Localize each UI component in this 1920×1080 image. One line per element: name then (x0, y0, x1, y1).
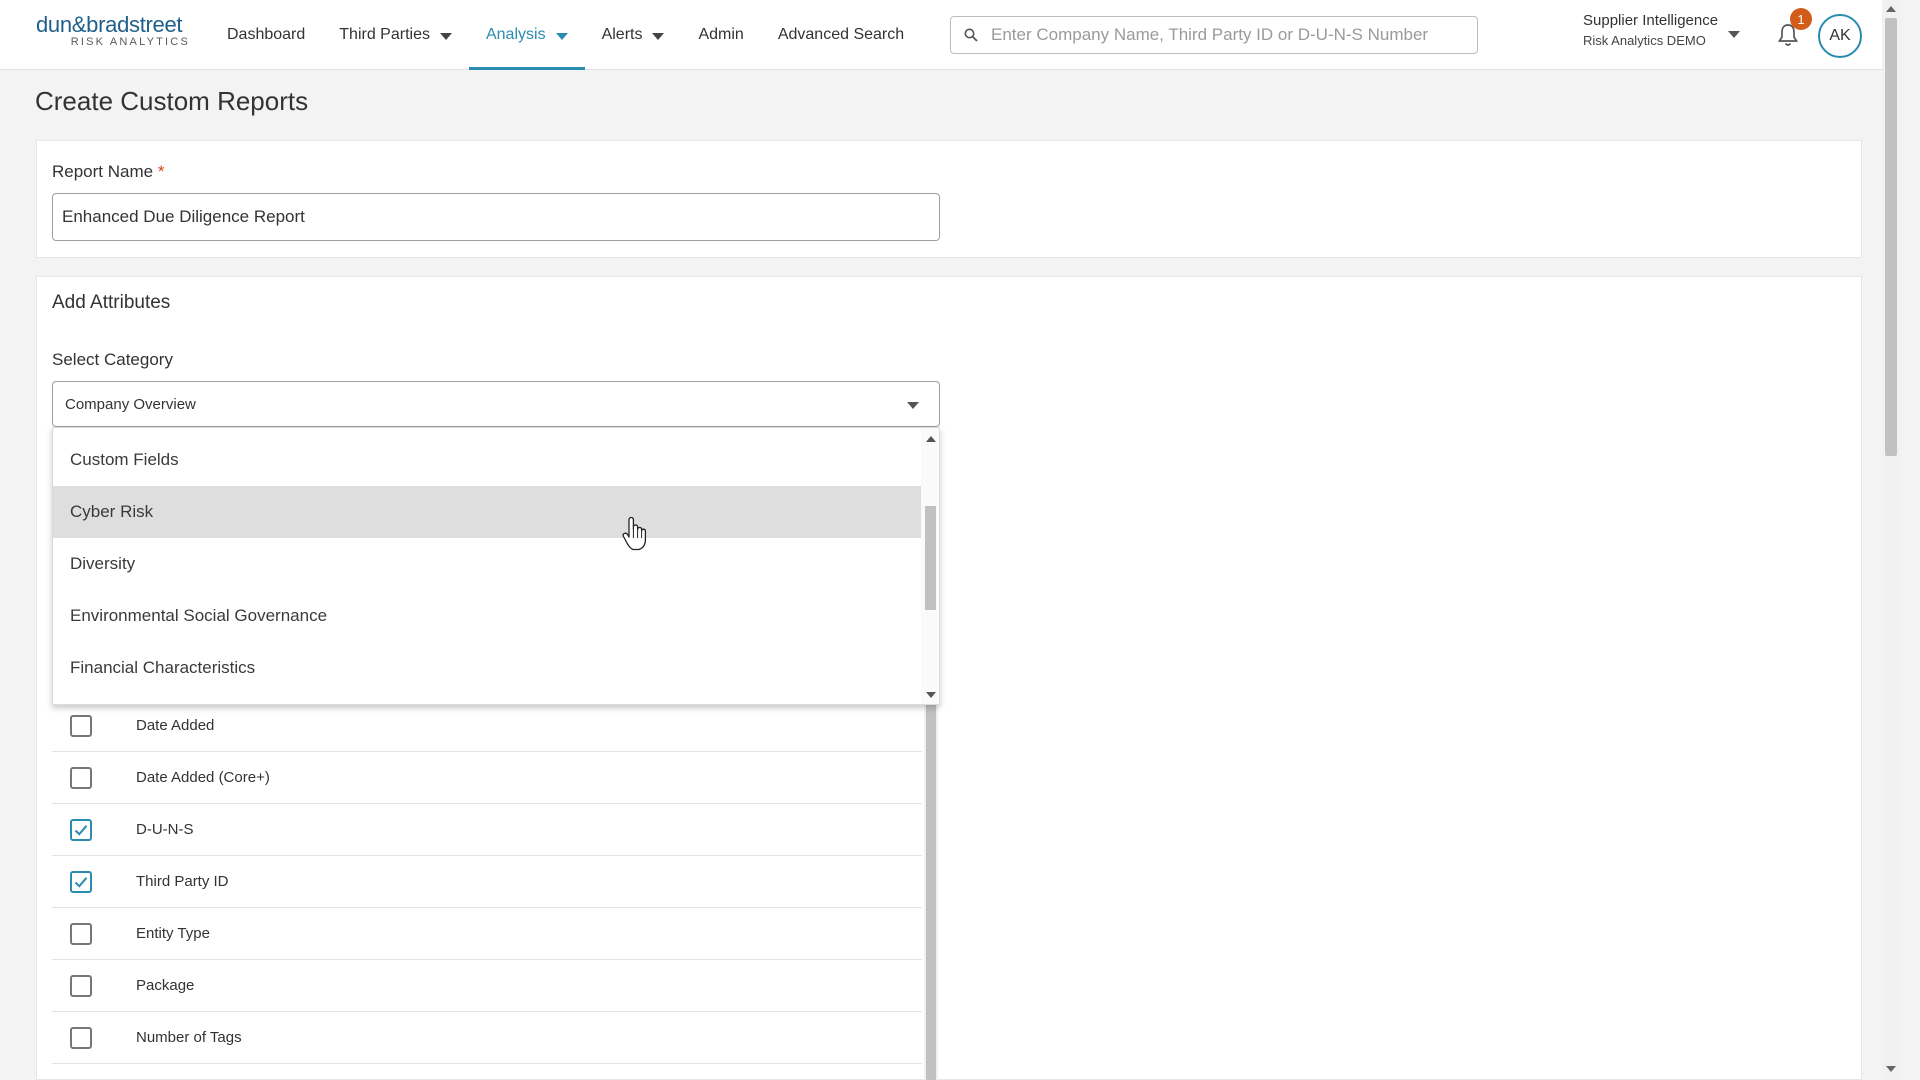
checkbox[interactable] (70, 870, 92, 893)
search-icon (951, 28, 991, 42)
nav-dashboard-label: Dashboard (227, 26, 306, 43)
list-item[interactable]: Package (52, 960, 922, 1012)
scroll-down-arrow-icon[interactable] (926, 692, 936, 698)
hand-cursor-icon (620, 516, 650, 557)
nav-alerts[interactable]: Alerts (585, 0, 682, 70)
checkmark-icon (74, 876, 88, 888)
dropdown-option[interactable]: Custom Fields (53, 434, 921, 486)
report-name-input[interactable] (52, 193, 940, 241)
report-name-label: Report Name * (52, 162, 164, 182)
checkbox[interactable] (70, 974, 92, 997)
list-item[interactable]: D-U-N-S (52, 804, 922, 856)
select-category-label: Select Category (52, 350, 173, 369)
chevron-down-icon[interactable] (1728, 31, 1740, 38)
attribute-label: Date Added (136, 717, 215, 734)
dropdown-option[interactable]: Diversity (53, 538, 921, 590)
nav-analysis[interactable]: Analysis (468, 0, 585, 70)
checkbox[interactable] (70, 922, 92, 945)
logo-wordmark: dun&bradstreet (36, 12, 183, 37)
dropdown-option[interactable]: Cyber Risk (53, 486, 921, 538)
dropdown-option[interactable]: Environmental Social Governance (53, 590, 921, 642)
required-marker: * (157, 162, 165, 181)
search-input[interactable] (991, 25, 1461, 45)
page-title: Create Custom Reports (35, 86, 309, 116)
checkbox[interactable] (70, 766, 92, 789)
add-attributes-heading: Add Attributes (52, 292, 171, 313)
scroll-up-arrow-icon[interactable] (926, 436, 936, 442)
global-search (950, 16, 1478, 54)
main-nav: Dashboard Third Parties Analysis Alerts … (210, 0, 921, 70)
nav-admin-label: Admin (698, 26, 744, 43)
list-item[interactable]: Number of Tags (52, 1012, 922, 1064)
list-item[interactable]: Date Added (52, 700, 922, 752)
category-select-value: Company Overview (65, 395, 196, 413)
attribute-label: Third Party ID (136, 873, 229, 890)
report-name-label-text: Report Name (52, 162, 154, 181)
nav-alerts-label: Alerts (601, 26, 643, 43)
checkbox[interactable] (70, 714, 92, 737)
chevron-down-icon (907, 402, 919, 409)
dnb-logo[interactable]: dun&bradstreet RISK ANALYTICS (36, 12, 196, 48)
chevron-down-icon (439, 32, 452, 40)
checkbox[interactable] (70, 1026, 92, 1049)
nav-advanced-search-label: Advanced Search (777, 26, 905, 43)
nav-analysis-label: Analysis (485, 26, 546, 43)
avatar[interactable]: AK (1818, 14, 1862, 58)
nav-third-parties-label: Third Parties (339, 26, 430, 43)
nav-admin[interactable]: Admin (681, 0, 760, 70)
checkbox[interactable] (70, 818, 92, 841)
attribute-list-scroll-thumb[interactable] (926, 700, 936, 1080)
org-subtitle: Risk Analytics DEMO (1583, 33, 1706, 48)
top-navigation-bar: dun&bradstreet RISK ANALYTICS Dashboard … (0, 0, 1882, 70)
chevron-down-icon (652, 32, 665, 40)
scroll-up-arrow-icon[interactable] (1886, 6, 1896, 12)
nav-dashboard[interactable]: Dashboard (210, 0, 322, 70)
attribute-label: Number of Tags (136, 1029, 242, 1046)
nav-third-parties[interactable]: Third Parties (322, 0, 469, 70)
attribute-list: Date Added Date Added (Core+) D-U-N-S Th… (52, 700, 922, 1064)
dropdown-scroll-thumb[interactable] (925, 506, 936, 610)
checkmark-icon (74, 824, 88, 836)
category-select[interactable]: Company Overview (52, 381, 940, 427)
scroll-down-arrow-icon[interactable] (1886, 1066, 1896, 1072)
dropdown-option[interactable]: Financial Characteristics (53, 642, 921, 694)
notification-badge: 1 (1790, 8, 1812, 30)
page-scroll-thumb[interactable] (1885, 18, 1897, 456)
attribute-label: Date Added (Core+) (136, 769, 270, 786)
list-item[interactable]: Third Party ID (52, 856, 922, 908)
org-name: Supplier Intelligence (1583, 12, 1719, 29)
list-item[interactable]: Entity Type (52, 908, 922, 960)
category-dropdown-menu: Custom Fields Cyber Risk Diversity Envir… (52, 427, 940, 705)
list-item[interactable]: Date Added (Core+) (52, 752, 922, 804)
attribute-label: Entity Type (136, 925, 210, 942)
attribute-label: D-U-N-S (136, 821, 194, 838)
attribute-label: Package (136, 977, 195, 994)
nav-advanced-search[interactable]: Advanced Search (761, 0, 921, 70)
org-switcher[interactable]: Supplier Intelligence Risk Analytics DEM… (1583, 12, 1743, 48)
chevron-down-icon (555, 32, 568, 40)
